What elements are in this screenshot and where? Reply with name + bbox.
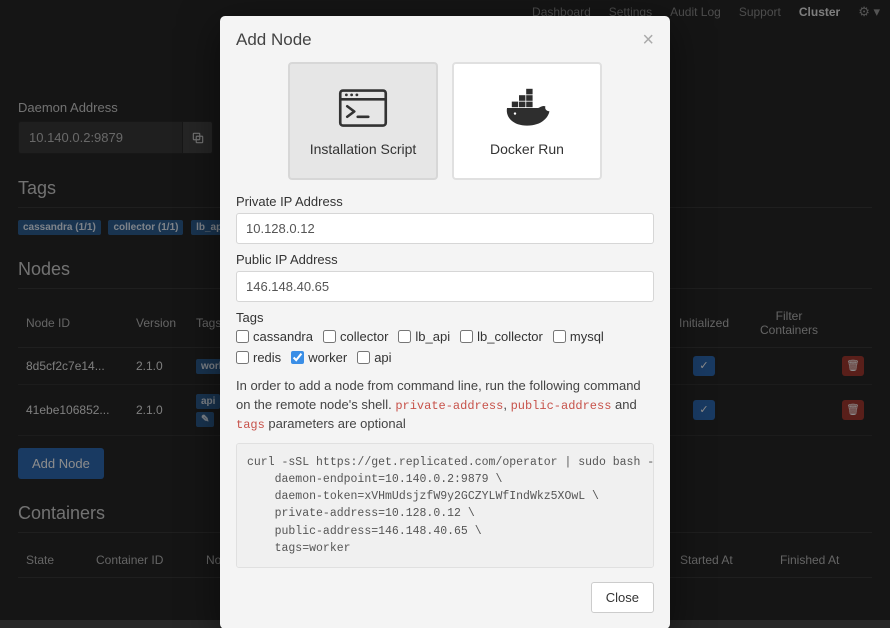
option-label: Docker Run — [490, 141, 564, 157]
tag-checkbox-collector[interactable]: collector — [323, 329, 388, 344]
checkbox[interactable] — [460, 330, 473, 343]
terminal-icon — [335, 85, 391, 131]
close-button[interactable]: Close — [591, 582, 654, 613]
tag-checkbox-lb_collector[interactable]: lb_collector — [460, 329, 543, 344]
checkbox[interactable] — [236, 330, 249, 343]
tag-checkbox-worker[interactable]: worker — [291, 350, 347, 365]
checkbox-label: lb_api — [415, 329, 450, 344]
private-ip-input[interactable] — [236, 213, 654, 244]
tag-checkbox-lb_api[interactable]: lb_api — [398, 329, 450, 344]
tag-checkbox-api[interactable]: api — [357, 350, 391, 365]
help-text: In order to add a node from command line… — [236, 377, 654, 435]
public-ip-input[interactable] — [236, 271, 654, 302]
tag-checkbox-cassandra[interactable]: cassandra — [236, 329, 313, 344]
docker-icon — [499, 85, 555, 131]
checkbox[interactable] — [553, 330, 566, 343]
add-node-modal: Add Node × Installation Script — [220, 16, 670, 628]
checkbox-label: collector — [340, 329, 388, 344]
close-icon[interactable]: × — [642, 30, 654, 50]
checkbox-label: redis — [253, 350, 281, 365]
tag-checkbox-mysql[interactable]: mysql — [553, 329, 604, 344]
option-docker-run[interactable]: Docker Run — [452, 62, 602, 180]
tags-label: Tags — [236, 310, 654, 325]
checkbox-label: worker — [308, 350, 347, 365]
checkbox-label: lb_collector — [477, 329, 543, 344]
checkbox-label: mysql — [570, 329, 604, 344]
checkbox[interactable] — [357, 351, 370, 364]
command-box[interactable]: curl -sSL https://get.replicated.com/ope… — [236, 443, 654, 569]
checkbox[interactable] — [236, 351, 249, 364]
checkbox[interactable] — [323, 330, 336, 343]
tags-checkbox-group: cassandra collector lb_api lb_collector mysq… — [236, 329, 654, 365]
checkbox[interactable] — [398, 330, 411, 343]
option-installation-script[interactable]: Installation Script — [288, 62, 438, 180]
checkbox-label: api — [374, 350, 391, 365]
tag-checkbox-redis[interactable]: redis — [236, 350, 281, 365]
checkbox-label: cassandra — [253, 329, 313, 344]
private-ip-label: Private IP Address — [236, 194, 654, 209]
checkbox[interactable] — [291, 351, 304, 364]
option-label: Installation Script — [310, 141, 417, 157]
modal-title: Add Node — [236, 30, 312, 50]
public-ip-label: Public IP Address — [236, 252, 654, 267]
